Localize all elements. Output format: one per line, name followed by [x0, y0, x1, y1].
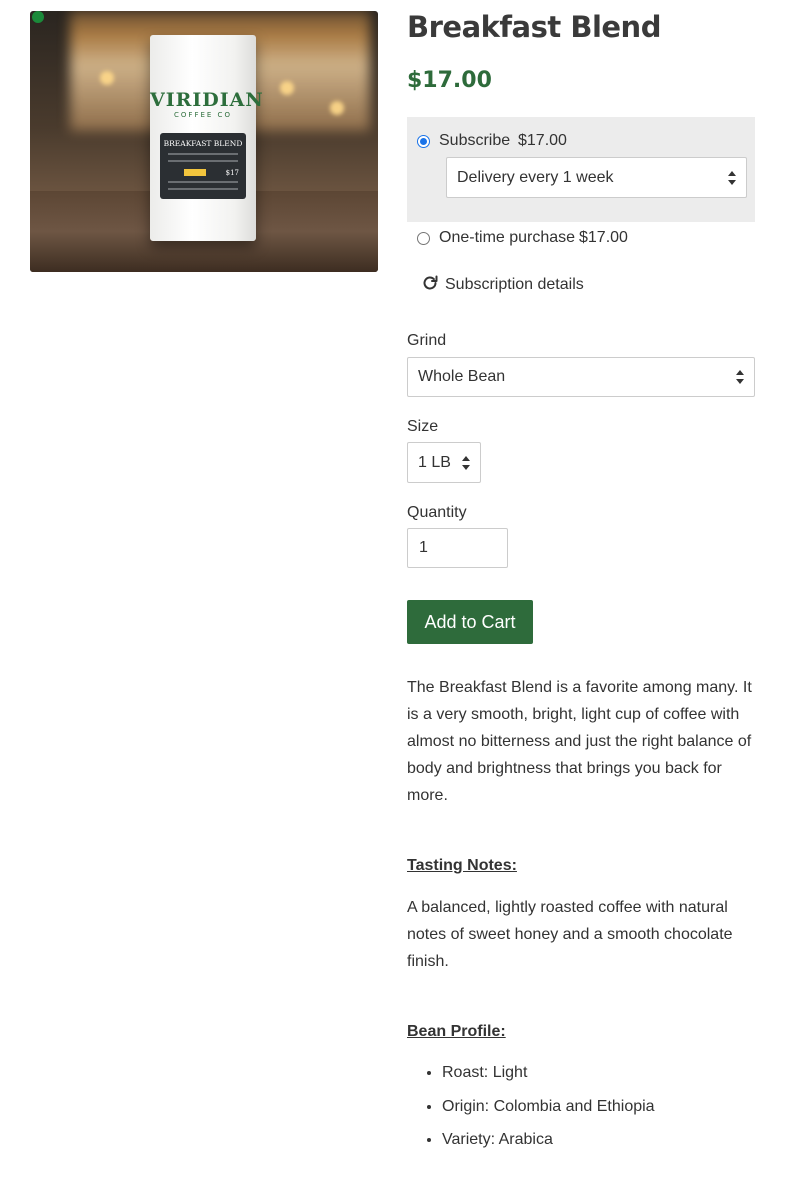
size-label: Size: [407, 418, 439, 435]
quantity-input[interactable]: 1: [407, 528, 508, 568]
background-light: [280, 81, 294, 95]
size-select[interactable]: 1 LB: [407, 442, 481, 483]
bag-label-line: [168, 153, 238, 155]
product-title: Breakfast Blend: [407, 10, 661, 44]
background-light: [100, 71, 114, 85]
grind-label: Grind: [407, 332, 447, 349]
select-arrows-icon: [462, 455, 470, 470]
tasting-notes-heading: Tasting Notes:: [407, 857, 517, 874]
product-image[interactable]: VIRIDIAN COFFEE CO BREAKFAST BLEND $17: [30, 11, 378, 272]
subscribe-price: $17.00: [518, 132, 567, 149]
delivery-frequency-select[interactable]: Delivery every 1 week: [446, 157, 747, 198]
subscribe-radio[interactable]: [417, 135, 430, 148]
one-time-label[interactable]: One-time purchase: [439, 229, 575, 247]
subscribe-option[interactable]: Subscribe $17.00 Delivery every 1 week: [407, 117, 755, 222]
subscription-details-label[interactable]: Subscription details: [445, 276, 584, 294]
grind-value: Whole Bean: [418, 368, 506, 385]
grind-select[interactable]: Whole Bean: [407, 357, 755, 397]
select-arrows-icon: [728, 170, 736, 185]
bag-label-price: $17: [225, 169, 239, 177]
product-price: $17.00: [407, 68, 492, 93]
delivery-frequency-value: Delivery every 1 week: [457, 168, 614, 186]
list-item: Variety: Arabica: [442, 1127, 655, 1161]
size-value: 1 LB: [418, 453, 451, 471]
bag-label-line: [168, 160, 238, 162]
background-light: [330, 101, 344, 115]
bag-brand: VIRIDIAN: [150, 89, 264, 111]
bag-label-title: BREAKFAST BLEND: [163, 139, 243, 148]
coffee-bag: VIRIDIAN COFFEE CO BREAKFAST BLEND $17: [150, 35, 264, 241]
subscribe-label[interactable]: Subscribe: [439, 132, 510, 150]
list-item: Roast: Light: [442, 1060, 655, 1094]
bag-label-tag: [184, 169, 206, 176]
one-time-price: $17.00: [579, 229, 628, 246]
list-item: Origin: Colombia and Ethiopia: [442, 1094, 655, 1128]
bag-label-line: [168, 188, 238, 190]
bag-label-line: [168, 181, 238, 183]
add-to-cart-button[interactable]: Add to Cart: [407, 600, 533, 644]
background-light-green: [32, 11, 44, 23]
product-description: The Breakfast Blend is a favorite among …: [407, 679, 752, 804]
bean-profile-heading: Bean Profile:: [407, 1023, 506, 1040]
tasting-notes-text: A balanced, lightly roasted coffee with …: [407, 899, 733, 970]
one-time-radio[interactable]: [417, 232, 430, 245]
bag-brand-sub: COFFEE CO: [174, 111, 232, 119]
select-arrows-icon: [736, 370, 744, 384]
bean-profile-list: Roast: Light Origin: Colombia and Ethiop…: [407, 1060, 655, 1161]
quantity-label: Quantity: [407, 504, 467, 521]
refresh-icon: [423, 275, 438, 290]
bag-label: BREAKFAST BLEND $17: [160, 133, 246, 199]
